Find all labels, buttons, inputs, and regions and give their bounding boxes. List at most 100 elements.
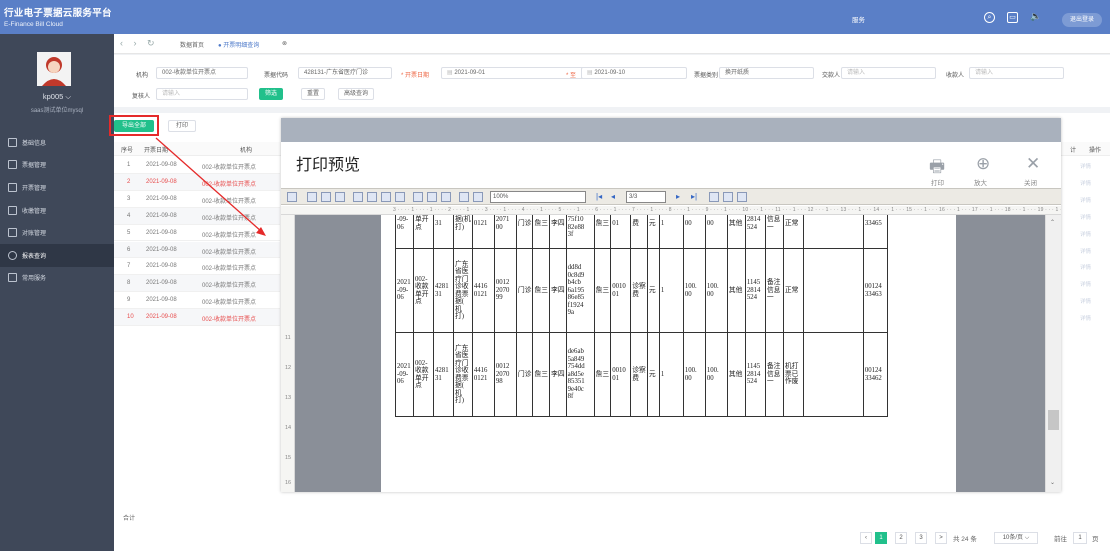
service-link[interactable]: 服务 xyxy=(852,14,865,24)
row-detail-link[interactable]: 详情 xyxy=(1080,196,1102,204)
zoom-in-icon[interactable]: ⊕ xyxy=(976,154,990,174)
row-detail-link[interactable]: 详情 xyxy=(1080,162,1102,170)
row-date: 2021-09-08 xyxy=(146,280,177,287)
bill-cell: 据(机 打) xyxy=(453,215,473,249)
row-detail-link[interactable]: 详情 xyxy=(1080,179,1102,187)
preview-scrollbar[interactable]: ⌃ ⌄ xyxy=(1045,215,1061,492)
bill-code-label: 票据代码 xyxy=(264,73,289,79)
row-detail-link[interactable]: 详情 xyxy=(1080,314,1102,322)
app-subtitle: E-Finance Bill Cloud xyxy=(4,21,63,28)
row-detail-link[interactable]: 详情 xyxy=(1080,297,1102,305)
filter-button[interactable]: 筛选 xyxy=(259,88,283,100)
row-detail-link[interactable]: 详情 xyxy=(1080,230,1102,238)
sound-icon[interactable]: 🔈 xyxy=(1030,12,1041,23)
row-detail-link[interactable]: 详情 xyxy=(1080,263,1102,271)
page-size-select[interactable]: 10条/页 ⌵ xyxy=(994,532,1038,544)
col-no: 序号 xyxy=(121,148,134,154)
row-detail-link[interactable]: 详情 xyxy=(1080,247,1102,255)
tab-invoice-detail[interactable]: ● 开票明细查询 xyxy=(218,40,259,49)
next-page-button[interactable]: > xyxy=(935,532,947,544)
print-button[interactable]: 打印 xyxy=(168,120,196,132)
ruler-mark: 13 xyxy=(285,395,292,401)
bill-cell: 33465 xyxy=(862,215,888,249)
sidebar-item-bill-management[interactable]: 票据管理 xyxy=(0,154,114,177)
sidebar: kp005 ⌵ saas测试单位mysql 基础信息 票据管理 开票管理 收缴管… xyxy=(0,34,114,551)
page-3-button[interactable]: 3 xyxy=(915,532,927,544)
user-name[interactable]: kp005 ⌵ xyxy=(0,92,114,102)
table-row[interactable]: 6 2021-09-08 002-收款单位开票点 xyxy=(114,241,280,259)
table-row[interactable]: 5 2021-09-08 002-收款单位开票点 xyxy=(114,225,280,242)
logout-button[interactable]: 退出登录 xyxy=(1062,13,1102,27)
first-page-icon[interactable]: |◂ xyxy=(596,192,606,202)
print-label[interactable]: 打印 xyxy=(931,177,944,187)
table-row[interactable]: 8 2021-09-08 002-收款单位开票点 xyxy=(114,275,280,293)
sidebar-item-collection[interactable]: 收缴管理 xyxy=(0,199,114,222)
settings-icon[interactable] xyxy=(335,192,345,202)
row-detail-link[interactable]: 详情 xyxy=(1080,280,1102,288)
prev-page-icon[interactable]: ◂ xyxy=(611,192,621,202)
nav-arrows[interactable]: ‹ › ↻ xyxy=(120,38,159,49)
search-icon[interactable]: ⌕ xyxy=(984,12,995,23)
table-row[interactable]: 3 2021-09-08 002-收款单位开票点 xyxy=(114,191,280,208)
pdf-icon[interactable] xyxy=(381,192,391,202)
sidebar-item-basic-info[interactable]: 基础信息 xyxy=(0,131,114,154)
tab-close-icon[interactable]: ⊗ xyxy=(282,40,287,47)
multi-page-icon[interactable] xyxy=(441,192,451,202)
zoom-in-label[interactable]: 放大 xyxy=(974,177,987,187)
hand-tool-icon[interactable] xyxy=(709,192,719,202)
table-row[interactable]: 10 2021-09-08 002-收款单位开票点 xyxy=(114,309,280,326)
bill-cell: 李四 xyxy=(549,248,567,333)
tab-home[interactable]: 数据首页 xyxy=(180,40,204,49)
print-icon[interactable] xyxy=(307,192,317,202)
payee-input[interactable]: 请输入 xyxy=(969,67,1064,79)
org-select[interactable]: 002-收款单位开票点 xyxy=(156,67,248,79)
sidebar-item-reconciliation[interactable]: 对账管理 xyxy=(0,221,114,244)
page-1-button[interactable]: 1 xyxy=(875,532,887,544)
zoom-out-icon[interactable] xyxy=(459,192,469,202)
view-icon[interactable] xyxy=(287,192,297,202)
goto-input[interactable]: 1 xyxy=(1073,532,1087,544)
reset-button[interactable]: 重置 xyxy=(301,88,325,100)
advanced-search-button[interactable]: 高级查询 xyxy=(338,88,374,100)
date-to-input[interactable]: ▤ 2021-09-10 xyxy=(581,67,687,79)
zoom-select[interactable]: 100% xyxy=(490,191,586,203)
sidebar-item-invoicing[interactable]: 开票管理 xyxy=(0,176,114,199)
image-icon[interactable] xyxy=(395,192,405,202)
table-row[interactable]: 7 2021-09-08 002-收款单位开票点 xyxy=(114,258,280,276)
sidebar-item-common-services[interactable]: 常用服务 xyxy=(0,267,114,290)
export-icon[interactable] xyxy=(353,192,363,202)
reviewer-input[interactable]: 请输入 xyxy=(156,88,248,100)
page-2-button[interactable]: 2 xyxy=(895,532,907,544)
zoom-tool-icon[interactable] xyxy=(473,192,483,202)
table-row[interactable]: 4 2021-09-08 002-收款单位开票点 xyxy=(114,207,280,225)
bill-cell: 00 xyxy=(682,215,706,249)
last-page-icon[interactable]: ▸| xyxy=(691,192,701,202)
preview-toolbar: 100% |◂ ◂ 3/3 ▸ ▸| xyxy=(281,188,1061,205)
two-page-icon[interactable] xyxy=(427,192,437,202)
close-label[interactable]: 关闭 xyxy=(1024,177,1037,187)
table-row[interactable]: 2 2021-09-08 002-收款单位开票点 xyxy=(114,173,280,191)
row-org: 002-收款单位开票点 xyxy=(202,181,257,188)
close-icon[interactable]: ✕ xyxy=(1026,154,1040,174)
page-icon[interactable] xyxy=(413,192,423,202)
table-row[interactable]: 9 2021-09-08 002-收款单位开票点 xyxy=(114,292,280,310)
scroll-down-icon[interactable]: ⌄ xyxy=(1050,479,1055,486)
scroll-up-icon[interactable]: ⌃ xyxy=(1050,219,1055,226)
prev-page-button[interactable]: ‹ xyxy=(860,532,872,544)
book-icon[interactable] xyxy=(321,192,331,202)
bill-type-select[interactable]: 换开纸质 xyxy=(719,67,814,79)
scrollbar-thumb[interactable] xyxy=(1048,410,1059,430)
payer-input[interactable]: 请输入 xyxy=(841,67,936,79)
page-indicator[interactable]: 3/3 xyxy=(626,191,666,203)
col-count: 计 xyxy=(1070,148,1077,154)
next-page-icon[interactable]: ▸ xyxy=(676,192,686,202)
table-row[interactable]: 1 2021-09-08 002-收款单位开票点 xyxy=(114,157,280,174)
sidebar-item-reports[interactable]: 报表查询 xyxy=(0,243,114,267)
excel-icon[interactable] xyxy=(367,192,377,202)
snapshot-icon[interactable] xyxy=(737,192,747,202)
text-select-icon[interactable] xyxy=(723,192,733,202)
bill-code-select[interactable]: 428131-广东省医疗门诊 xyxy=(298,67,392,79)
message-icon[interactable]: ▭ xyxy=(1007,12,1018,23)
row-detail-link[interactable]: 详情 xyxy=(1080,213,1102,221)
brand: 行业电子票据云服务平台 E-Finance Bill Cloud xyxy=(4,5,112,28)
